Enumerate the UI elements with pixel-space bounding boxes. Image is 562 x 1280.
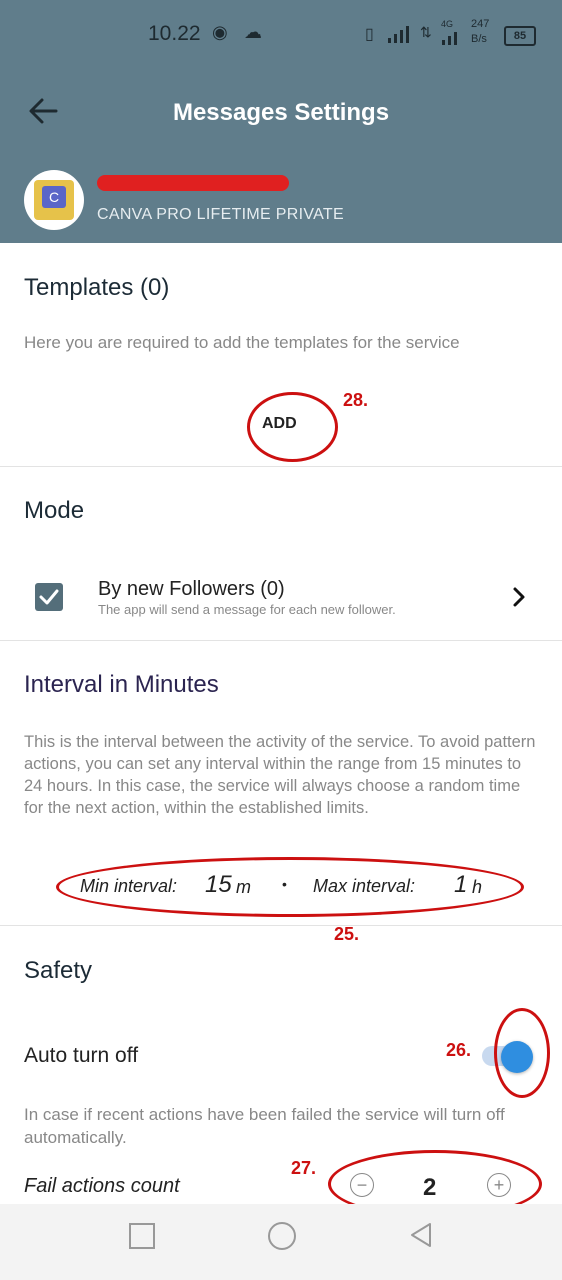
mode-checkbox[interactable] — [35, 583, 63, 611]
whatsapp-icon: ◉ — [212, 22, 228, 42]
notification-icon: ☁ — [244, 22, 262, 42]
vibrate-icon: ▯ — [365, 26, 374, 43]
home-button[interactable] — [268, 1222, 296, 1250]
page-title: Messages Settings — [172, 99, 390, 126]
account-name-redacted — [97, 175, 289, 191]
auto-turn-off-label: Auto turn off — [24, 1044, 139, 1067]
signal-icon-2 — [442, 32, 457, 45]
interval-description: This is the interval between the activit… — [24, 733, 536, 817]
divider — [0, 925, 562, 926]
annotation-28: 28. — [343, 390, 369, 410]
safety-description: In case if recent actions have been fail… — [24, 1105, 505, 1147]
divider — [0, 640, 562, 641]
canva-logo-icon: C — [42, 186, 66, 208]
account-subtitle: CANVA PRO LIFETIME PRIVATE — [97, 206, 344, 223]
interval-title: Interval in Minutes — [24, 671, 219, 698]
divider — [0, 466, 562, 467]
avatar-logo: C — [34, 180, 74, 220]
annotation-26: 26. — [446, 1040, 472, 1060]
mode-title: Mode — [24, 497, 85, 524]
annotation-ellipse-add — [247, 392, 338, 462]
signal-icon — [388, 26, 409, 43]
annotation-ellipse-toggle — [494, 1008, 550, 1098]
speed-unit: B/s — [471, 33, 487, 45]
fail-actions-label: Fail actions count — [24, 1175, 180, 1197]
avatar[interactable]: C — [24, 170, 84, 230]
safety-title: Safety — [24, 957, 93, 984]
annotation-25: 25. — [334, 924, 360, 944]
checkmark-icon — [39, 589, 59, 605]
back-nav-button[interactable] — [408, 1221, 434, 1249]
annotation-27: 27. — [291, 1158, 317, 1178]
mode-item-subtitle: The app will send a message for each new… — [98, 602, 396, 617]
data-arrows-icon: ⇅ — [420, 24, 432, 40]
annotation-ellipse-interval — [56, 857, 524, 917]
battery-icon: 85 — [504, 26, 536, 46]
mode-item-title[interactable]: By new Followers (0) — [98, 578, 285, 601]
battery-level: 85 — [513, 30, 527, 42]
status-time: 10.22 — [148, 22, 201, 45]
speed-value: 247 — [471, 18, 490, 30]
templates-title: Templates (0) — [24, 274, 170, 301]
recent-apps-button[interactable] — [129, 1223, 155, 1249]
chevron-right-icon[interactable] — [508, 586, 530, 608]
templates-description: Here you are required to add the templat… — [24, 333, 460, 352]
